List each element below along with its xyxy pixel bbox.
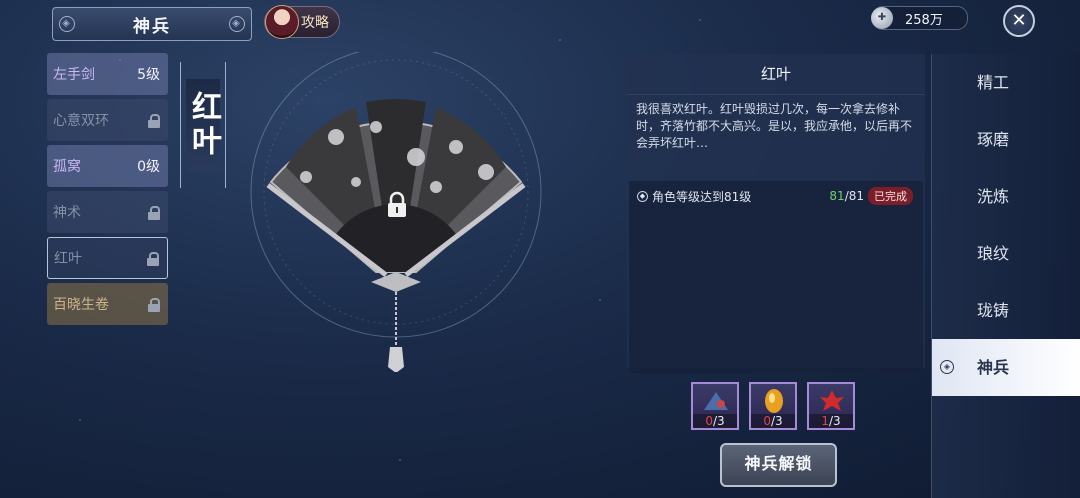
red-leaf-icon <box>820 390 844 411</box>
bullet-icon: ◆ <box>637 190 648 202</box>
weapon-name: 孤窝 <box>53 159 81 175</box>
detail-title: 红叶 <box>627 54 925 95</box>
weapon-item-xinyishuanghuan[interactable]: 心意双环 <box>47 99 168 141</box>
tab-xilian[interactable]: 洗炼 <box>932 168 1080 225</box>
material-list: 0/3 0/3 1/3 <box>691 382 855 430</box>
tab-shenbing[interactable]: ◈ 神兵 <box>932 339 1080 396</box>
folding-fan-icon <box>250 46 542 373</box>
tab-jinggong[interactable]: 精工 <box>932 54 1080 111</box>
requirement-total: /81 <box>844 189 864 203</box>
blue-fan-material-icon <box>704 392 728 410</box>
tab-zhuomo[interactable]: 琢磨 <box>932 111 1080 168</box>
page-title: ◈ 神兵 ◈ <box>52 7 252 41</box>
weapon-name: 心意双环 <box>53 113 109 129</box>
material-count: 1/3 <box>809 414 853 428</box>
material-slot[interactable]: 0/3 <box>691 382 739 430</box>
active-tab-icon: ◈ <box>940 360 954 374</box>
requirement-current: 81 <box>829 189 845 203</box>
guide-label: 攻略 <box>301 15 329 31</box>
weapon-item-zuoshoujian[interactable]: 左手剑 5级 <box>47 53 168 95</box>
weapon-name: 百晓生卷 <box>53 297 109 313</box>
weapon-detail-panel: 红叶 我很喜欢红叶。红叶毁损过几次，每一次拿去修补时，齐落竹都不大高兴。是以，我… <box>627 54 925 373</box>
requirement-row: ◆ 角色等级达到81级 81 /81 已完成 <box>637 187 913 205</box>
material-count: 0/3 <box>693 414 737 428</box>
weapon-name: 左手剑 <box>53 67 95 83</box>
weapon-level: 5级 <box>137 67 160 83</box>
golden-gem-icon <box>765 389 783 413</box>
currency-value: 258万 <box>905 12 943 28</box>
weapon-item-baixiaoshengjuan[interactable]: 百晓生卷 <box>47 283 168 325</box>
weapon-item-shenshu[interactable]: 神术 <box>47 191 168 233</box>
lock-icon <box>147 251 159 266</box>
weapon-level: 0级 <box>137 159 160 175</box>
weapon-name: 神术 <box>53 205 81 221</box>
weapon-preview <box>246 46 546 373</box>
tab-label: 精工 <box>977 73 1010 92</box>
material-slot[interactable]: 1/3 <box>807 382 855 430</box>
currency-display: ✚ 258万 <box>871 6 968 30</box>
silver-coin-icon: ✚ <box>871 7 893 29</box>
feature-tabs: 精工 琢磨 洗炼 琅纹 珑铸 ◈ 神兵 <box>931 54 1080 498</box>
lock-icon <box>148 205 160 220</box>
weapon-name: 红叶 <box>54 251 82 267</box>
lock-icon <box>148 297 160 312</box>
ornament-icon: ◈ <box>59 16 75 32</box>
tab-longzhu[interactable]: 珑铸 <box>932 282 1080 339</box>
requirement-text: 角色等级达到81级 <box>652 189 752 204</box>
tab-langwen[interactable]: 琅纹 <box>932 225 1080 282</box>
tab-label: 神兵 <box>977 358 1010 377</box>
tab-label: 珑铸 <box>977 301 1010 320</box>
close-button[interactable]: ✕ <box>1003 5 1035 37</box>
material-slot[interactable]: 0/3 <box>749 382 797 430</box>
weapon-vertical-name: 红叶 <box>186 79 221 171</box>
unlock-weapon-button[interactable]: 神兵解锁 <box>720 443 837 487</box>
guide-button[interactable]: 攻略 <box>264 5 340 39</box>
guide-avatar-icon <box>265 5 299 39</box>
requirement-box: ◆ 角色等级达到81级 81 /81 已完成 <box>629 181 923 373</box>
tab-label: 琢磨 <box>977 130 1010 149</box>
page-title-text: 神兵 <box>133 16 171 37</box>
tab-label: 洗炼 <box>977 187 1010 206</box>
weapon-description: 我很喜欢红叶。红叶毁损过几次，每一次拿去修补时，齐落竹都不大高兴。是以，我应承他… <box>636 102 913 150</box>
status-badge: 已完成 <box>868 187 913 205</box>
weapon-item-hongye[interactable]: 红叶 <box>47 237 168 279</box>
weapon-item-guwo[interactable]: 孤窝 0级 <box>47 145 168 187</box>
ornament-icon: ◈ <box>229 16 245 32</box>
lock-icon <box>148 113 160 128</box>
tab-label: 琅纹 <box>977 244 1010 263</box>
weapon-list: 左手剑 5级 心意双环 孤窝 0级 神术 红叶 百晓生卷 <box>47 53 168 329</box>
material-count: 0/3 <box>751 414 795 428</box>
weapon-name-plate: 红叶 <box>180 62 226 188</box>
